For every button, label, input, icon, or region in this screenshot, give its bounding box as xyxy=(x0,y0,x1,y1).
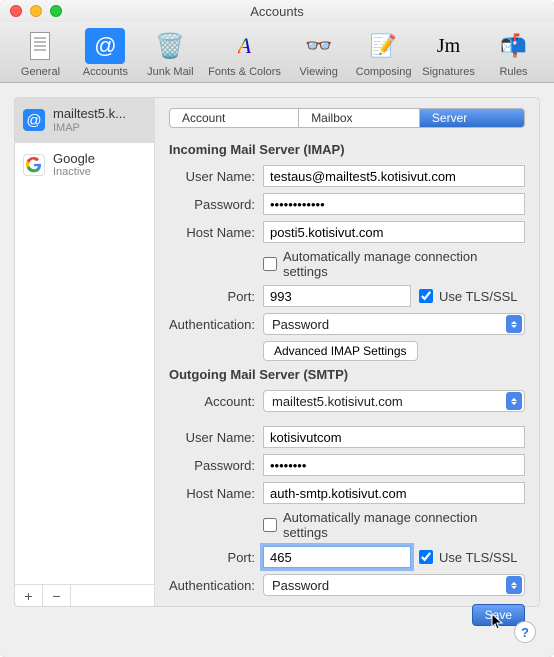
select-arrows-icon xyxy=(506,392,522,410)
outgoing-hostname-field[interactable] xyxy=(263,482,525,504)
incoming-password-field[interactable] xyxy=(263,193,525,215)
tabs: Account Information Mailbox Behaviors Se… xyxy=(169,108,525,128)
incoming-tls-checkbox[interactable] xyxy=(419,289,433,303)
panel-inner: @ mailtest5.k... IMAP Google Inactive xyxy=(14,97,540,607)
outgoing-password-label: Password: xyxy=(169,458,263,473)
incoming-hostname-label: Host Name: xyxy=(169,225,263,240)
tab-server-settings[interactable]: Server Settings xyxy=(420,109,524,127)
composing-icon: 📝 xyxy=(364,28,404,64)
outgoing-auth-label: Authentication: xyxy=(169,578,263,593)
incoming-password-label: Password: xyxy=(169,197,263,212)
window-title: Accounts xyxy=(250,4,303,19)
remove-account-button[interactable]: − xyxy=(43,585,71,606)
incoming-section-header: Incoming Mail Server (IMAP) xyxy=(169,142,525,157)
accounts-icon: @ xyxy=(85,28,125,64)
toolbar-item-composing[interactable]: 📝 Composing xyxy=(353,28,414,78)
outgoing-port-field[interactable] xyxy=(263,546,411,568)
incoming-auth-label: Authentication: xyxy=(169,317,263,332)
toolbar-item-fonts-colors[interactable]: A Fonts & Colors xyxy=(205,28,284,78)
outgoing-hostname-label: Host Name: xyxy=(169,486,263,501)
incoming-port-field[interactable] xyxy=(263,285,411,307)
account-settings-content: Account Information Mailbox Behaviors Se… xyxy=(155,98,539,606)
toolbar-item-rules[interactable]: 📬 Rules xyxy=(483,28,544,78)
titlebar: Accounts xyxy=(0,0,554,22)
outgoing-port-label: Port: xyxy=(169,550,263,565)
outgoing-account-label: Account: xyxy=(169,394,263,409)
toolbar: General @ Accounts 🗑️ Junk Mail A Fonts … xyxy=(0,22,554,83)
add-account-button[interactable]: + xyxy=(15,585,43,606)
account-sub: IMAP xyxy=(53,122,126,135)
outgoing-password-field[interactable] xyxy=(263,454,525,476)
outgoing-auto-manage-checkbox[interactable] xyxy=(263,518,277,532)
incoming-username-field[interactable] xyxy=(263,165,525,187)
outgoing-username-label: User Name: xyxy=(169,430,263,445)
account-sub: Inactive xyxy=(53,166,95,179)
incoming-auto-manage-label: Automatically manage connection settings xyxy=(283,249,525,279)
outgoing-auth-select[interactable]: Password xyxy=(263,574,525,596)
incoming-hostname-field[interactable] xyxy=(263,221,525,243)
toolbar-item-viewing[interactable]: 👓 Viewing xyxy=(288,28,349,78)
outgoing-auto-manage-label: Automatically manage connection settings xyxy=(283,510,525,540)
traffic-lights xyxy=(10,5,62,17)
outgoing-section-header: Outgoing Mail Server (SMTP) xyxy=(169,367,525,382)
incoming-auth-select[interactable]: Password xyxy=(263,313,525,335)
fonts-colors-icon: A xyxy=(225,28,265,64)
incoming-username-label: User Name: xyxy=(169,169,263,184)
zoom-window-button[interactable] xyxy=(50,5,62,17)
account-item-google[interactable]: Google Inactive xyxy=(15,143,154,188)
account-name: mailtest5.k... xyxy=(53,106,126,122)
preferences-window: Accounts General @ Accounts 🗑️ Junk Mail… xyxy=(0,0,554,657)
advanced-imap-button[interactable]: Advanced IMAP Settings xyxy=(263,341,418,361)
toolbar-item-signatures[interactable]: Jm Signatures xyxy=(418,28,479,78)
select-arrows-icon xyxy=(506,576,522,594)
tab-mailbox-behaviors[interactable]: Mailbox Behaviors xyxy=(299,109,420,127)
outgoing-tls-checkbox[interactable] xyxy=(419,550,433,564)
rules-icon: 📬 xyxy=(494,28,534,64)
general-icon xyxy=(20,28,60,64)
toolbar-item-general[interactable]: General xyxy=(10,28,71,78)
minimize-window-button[interactable] xyxy=(30,5,42,17)
incoming-auto-manage-checkbox[interactable] xyxy=(263,257,277,271)
toolbar-item-accounts[interactable]: @ Accounts xyxy=(75,28,136,78)
outgoing-account-select[interactable]: mailtest5.kotisivut.com xyxy=(263,390,525,412)
sidebar-footer: + − xyxy=(15,584,154,606)
incoming-port-label: Port: xyxy=(169,289,263,304)
junk-mail-icon: 🗑️ xyxy=(150,28,190,64)
signatures-icon: Jm xyxy=(429,28,469,64)
select-arrows-icon xyxy=(506,315,522,333)
viewing-icon: 👓 xyxy=(299,28,339,64)
account-item-imap[interactable]: @ mailtest5.k... IMAP xyxy=(15,98,154,143)
toolbar-item-junk-mail[interactable]: 🗑️ Junk Mail xyxy=(140,28,201,78)
help-button[interactable]: ? xyxy=(514,621,536,643)
panel: @ mailtest5.k... IMAP Google Inactive xyxy=(0,83,554,621)
outgoing-username-field[interactable] xyxy=(263,426,525,448)
at-icon: @ xyxy=(23,109,45,131)
accounts-list: @ mailtest5.k... IMAP Google Inactive xyxy=(15,98,154,584)
tab-group: Account Information Mailbox Behaviors Se… xyxy=(169,108,525,128)
google-icon xyxy=(23,154,45,176)
outgoing-tls-label: Use TLS/SSL xyxy=(439,550,518,565)
tab-account-information[interactable]: Account Information xyxy=(170,109,299,127)
accounts-sidebar: @ mailtest5.k... IMAP Google Inactive xyxy=(15,98,155,606)
incoming-tls-label: Use TLS/SSL xyxy=(439,289,518,304)
account-name: Google xyxy=(53,151,95,167)
close-window-button[interactable] xyxy=(10,5,22,17)
